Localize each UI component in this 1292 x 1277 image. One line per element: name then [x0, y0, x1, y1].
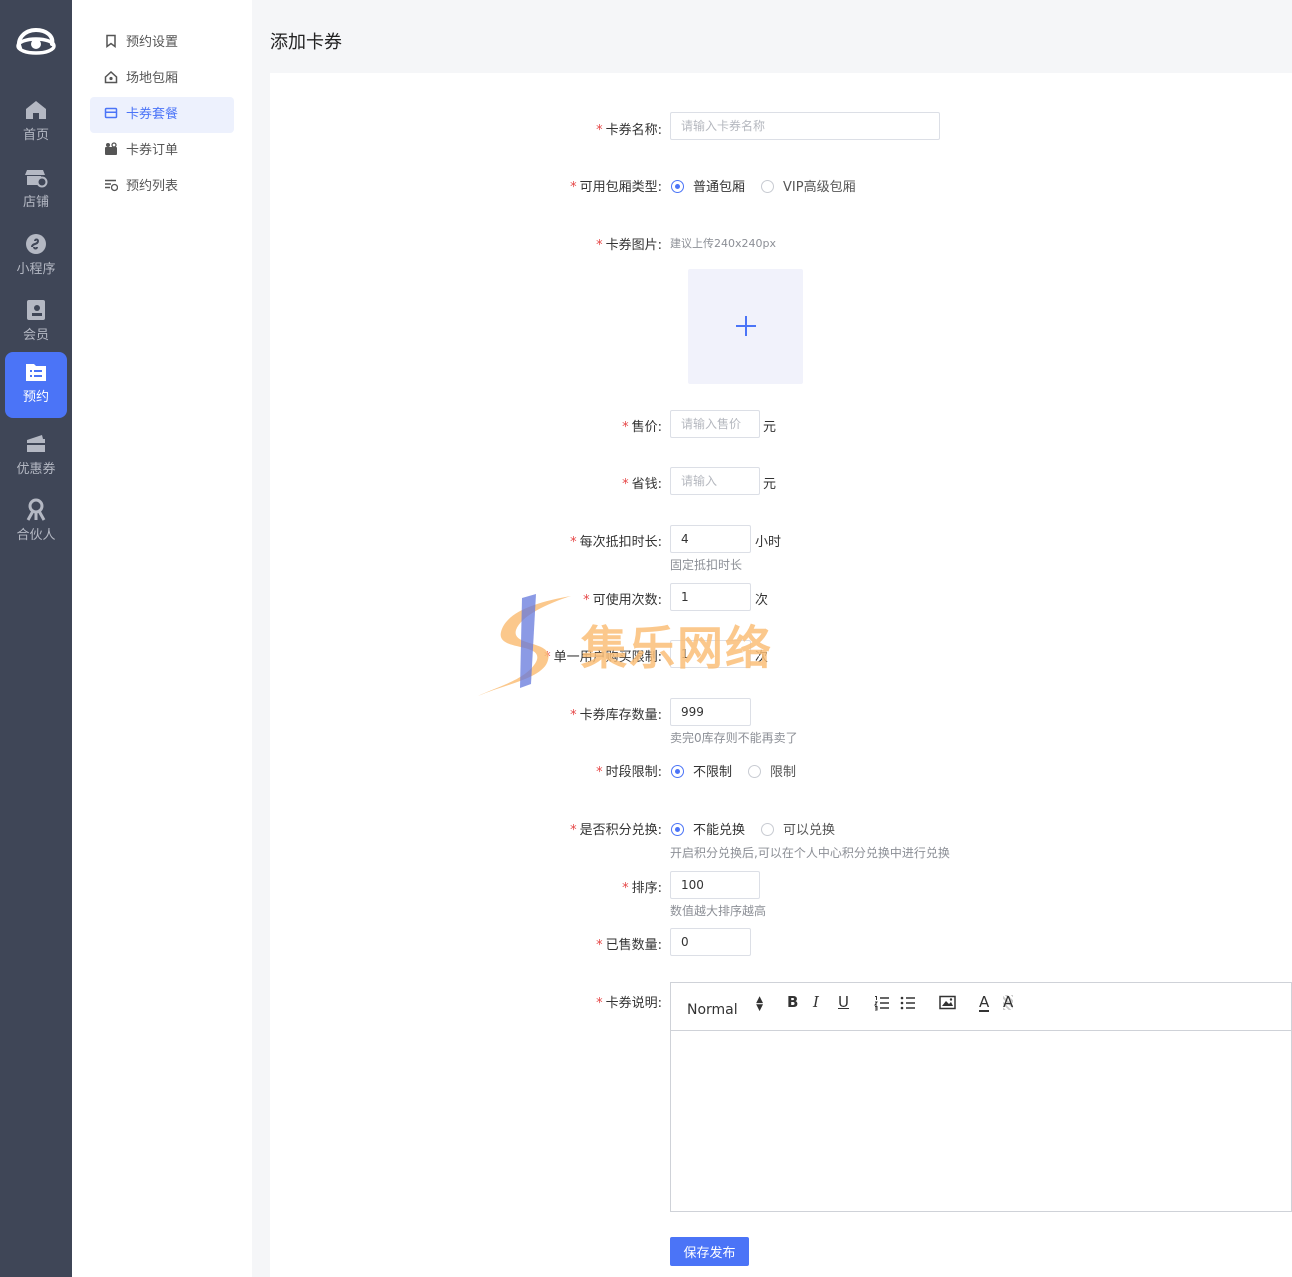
stock-hint: 卖完0库存则不能再卖了 [670, 731, 798, 745]
room-type-vip-radio[interactable]: VIP高级包厢 [761, 176, 856, 195]
image-hint: 建议上传240x240px [670, 237, 776, 250]
image-label: * 卡券图片: [596, 238, 662, 253]
home-icon [26, 101, 46, 119]
underline-icon[interactable]: U [838, 993, 849, 1011]
house-icon [104, 70, 118, 84]
sort-arrows-icon: ▲ ▼ [756, 995, 763, 1013]
per-user-limit-input[interactable] [670, 640, 751, 668]
rail-label: 会员 [22, 328, 49, 343]
rail-item-mini-program[interactable]: 小程序 [5, 224, 67, 288]
points-yes-radio[interactable]: 可以兑换 [761, 819, 835, 838]
sub-item-label: 卡券套餐 [126, 107, 179, 122]
image-icon[interactable] [939, 995, 956, 1010]
sub-menu: 预约设置 场地包厢 卡券套餐 卡券订单 预约列表 [72, 0, 252, 1277]
background-color-icon[interactable]: A [1003, 995, 1014, 1010]
points-hint: 开启积分兑换后,可以在个人中心积分兑换中进行兑换 [670, 846, 950, 860]
form-card: *卡券名称: *可用包厢类型: 普通包厢 VIP高级包厢 *卡券图片: 建议上传… [270, 73, 1292, 1277]
rail-item-partner[interactable]: 合伙人 [5, 490, 67, 554]
rail-label: 首页 [22, 128, 49, 143]
sub-item-label: 预约列表 [126, 179, 179, 194]
description-editor: Normal ▲ ▼ B I U A A [670, 982, 1292, 1212]
rail-label: 店铺 [22, 195, 49, 210]
price-input[interactable] [670, 410, 760, 438]
time-limit-label: * 时段限制: [596, 765, 662, 780]
image-upload-button[interactable] [688, 269, 803, 384]
duration-unit: 小时 [755, 535, 782, 550]
room-type-label: * 可用包厢类型: [570, 180, 662, 195]
saving-input[interactable] [670, 467, 760, 495]
sub-item-label: 场地包厢 [126, 71, 179, 86]
duration-label: * 每次抵扣时长: [570, 535, 662, 550]
name-label: * 卡券名称: [596, 123, 662, 138]
card-icon [104, 107, 118, 119]
saving-label: * 省钱: [622, 477, 662, 492]
coupon-icon [27, 435, 45, 452]
rail-label: 优惠券 [16, 462, 56, 477]
duration-hint: 固定抵扣时长 [670, 558, 743, 572]
price-label: * 售价: [622, 420, 662, 435]
time-limit-none-radio[interactable]: 不限制 [671, 761, 732, 780]
rail-label: 合伙人 [16, 528, 56, 543]
editor-toolbar: Normal ▲ ▼ B I U A A [671, 983, 1291, 1031]
duration-input[interactable] [670, 525, 751, 553]
page-title: 添加卡券 [270, 32, 342, 53]
save-publish-button[interactable]: 保存发布 [670, 1237, 749, 1266]
order-icon [105, 142, 117, 155]
sort-label: * 排序: [622, 881, 662, 896]
bookmark-icon [106, 34, 116, 48]
app-logo[interactable] [12, 22, 60, 62]
mini-program-icon [26, 234, 46, 254]
sold-label: * 已售数量: [596, 938, 662, 953]
ordered-list-icon[interactable] [874, 995, 890, 1011]
stock-label: * 卡券库存数量: [570, 708, 662, 723]
rail-label: 预约 [22, 390, 49, 405]
time-limit-on-radio[interactable]: 限制 [748, 761, 796, 780]
store-icon [25, 170, 48, 188]
uses-input[interactable] [670, 583, 751, 611]
rail-item-store[interactable]: 店铺 [5, 157, 67, 221]
points-no-radio[interactable]: 不能兑换 [671, 819, 745, 838]
room-type-normal-radio[interactable]: 普通包厢 [671, 176, 745, 195]
list-icon [105, 179, 119, 192]
points-label: * 是否积分兑换: [570, 823, 662, 838]
price-unit: 元 [763, 420, 777, 435]
uses-unit: 次 [755, 593, 769, 608]
rail-label: 小程序 [16, 262, 56, 277]
bold-icon[interactable]: B [787, 993, 798, 1011]
sort-input[interactable] [670, 871, 760, 899]
sub-item-card-orders[interactable]: 卡券订单 [90, 133, 234, 169]
sub-item-card-packages[interactable]: 卡券套餐 [90, 97, 234, 133]
app-rail: 首页 店铺 小程序 会员 预约 优惠券 合伙人 [0, 0, 72, 1277]
sub-item-booking-settings[interactable]: 预约设置 [90, 25, 234, 61]
format-select[interactable]: Normal ▲ ▼ [687, 996, 763, 1019]
sub-item-label: 卡券订单 [126, 143, 179, 158]
rail-item-coupon[interactable]: 优惠券 [5, 424, 67, 488]
saving-unit: 元 [763, 477, 777, 492]
bullet-list-icon[interactable] [900, 995, 916, 1011]
description-label: * 卡券说明: [596, 996, 662, 1011]
rail-item-home[interactable]: 首页 [5, 90, 67, 154]
sub-item-rooms[interactable]: 场地包厢 [90, 61, 234, 97]
sold-input[interactable] [670, 928, 751, 956]
uses-label: * 可使用次数: [583, 593, 662, 608]
stock-input[interactable] [670, 698, 751, 726]
editor-content[interactable] [671, 1031, 1291, 1211]
sort-hint: 数值越大排序越高 [670, 904, 767, 918]
per-user-limit-label: * 单一用户购买限制: [544, 650, 662, 665]
partner-icon [26, 498, 46, 521]
name-input[interactable] [670, 112, 940, 140]
font-color-icon[interactable]: A [979, 995, 990, 1012]
member-icon [27, 300, 45, 320]
rail-item-booking[interactable]: 预约 [5, 352, 67, 418]
sub-item-label: 预约设置 [126, 35, 179, 50]
sub-item-booking-list[interactable]: 预约列表 [90, 169, 234, 205]
rail-item-member[interactable]: 会员 [5, 290, 67, 354]
booking-icon [26, 364, 46, 381]
italic-icon[interactable]: I [813, 993, 819, 1011]
per-user-limit-unit: 次 [755, 650, 769, 665]
